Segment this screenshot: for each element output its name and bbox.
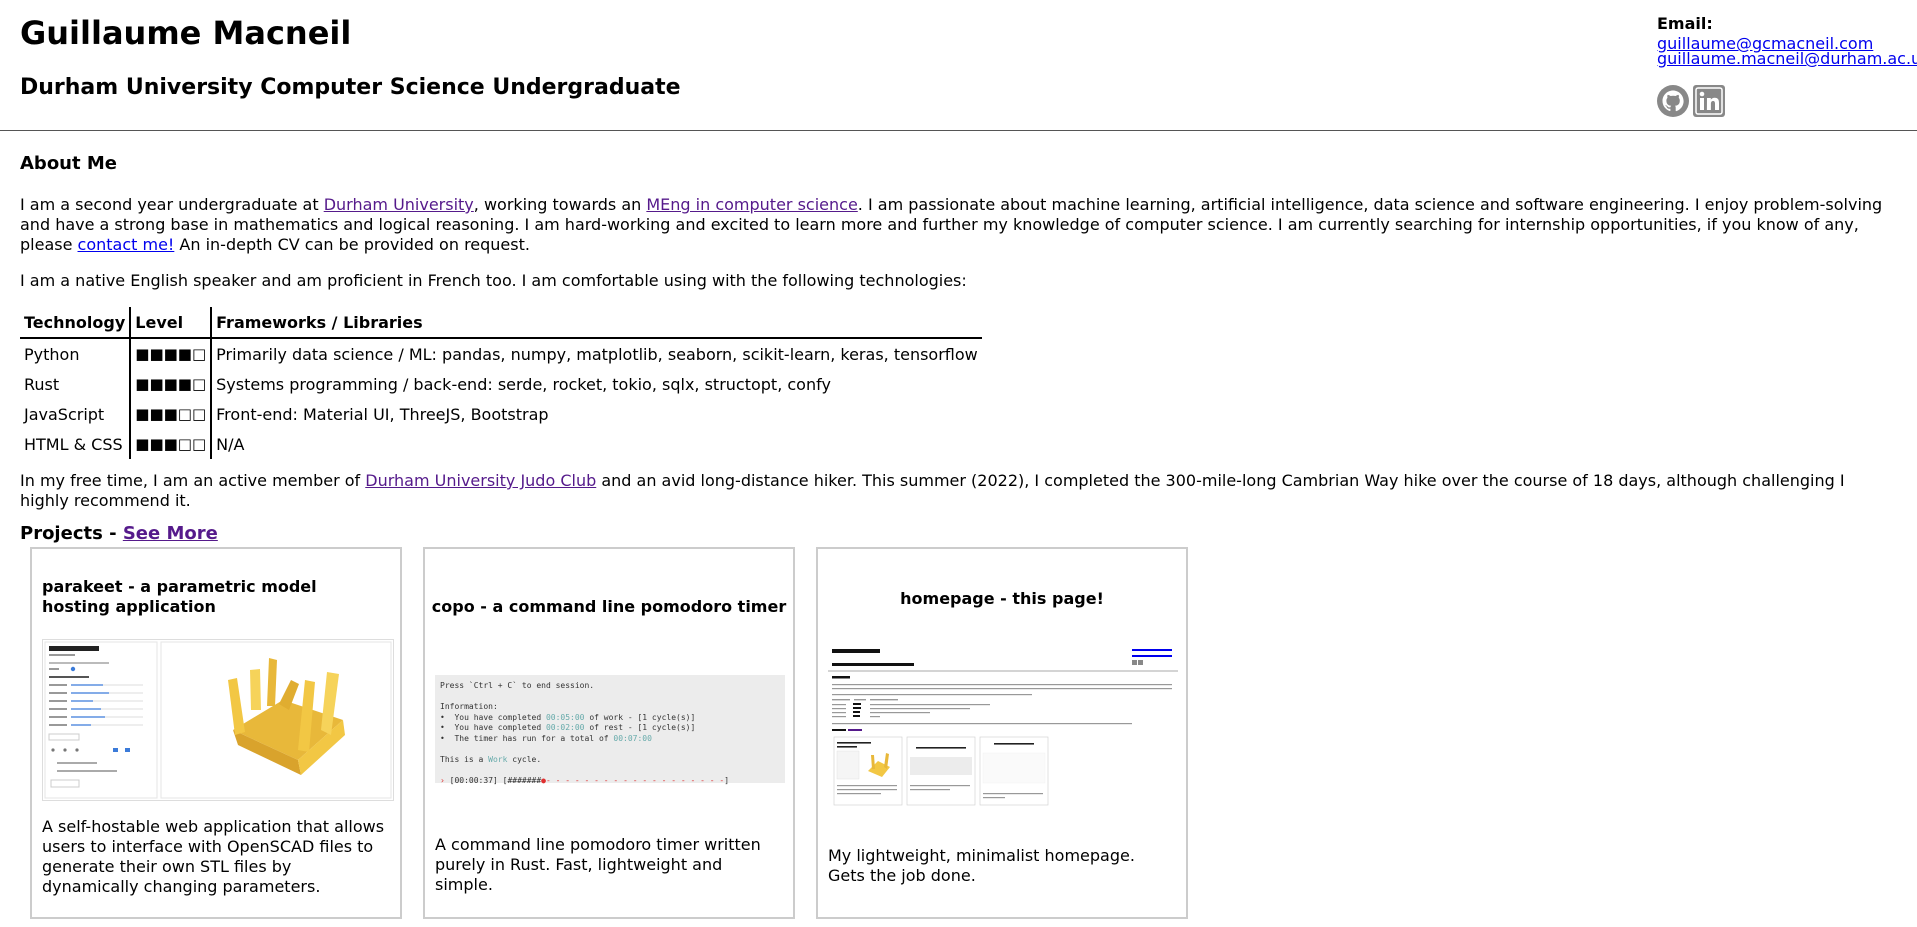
see-more-link[interactable]: See More <box>123 523 218 544</box>
card-title: homepage - this page! <box>818 589 1186 609</box>
terminal-line: • You have completed <box>440 712 546 722</box>
project-card-parakeet[interactable]: parakeet - a parametric model hosting ap… <box>30 547 402 919</box>
project-description: A command line pomodoro timer written pu… <box>435 835 761 894</box>
homepage-screenshot <box>828 643 1178 823</box>
projects-heading: Projects - See More <box>20 523 1897 545</box>
text-segment: , working towards an <box>473 195 647 214</box>
project-tagline: - a command line pomodoro timer <box>474 597 787 616</box>
github-icon <box>1657 85 1689 117</box>
about-paragraph-1: I am a second year undergraduate at Durh… <box>20 195 1897 255</box>
project-tagline: - this page! <box>994 589 1104 608</box>
terminal-time: 00:02:00 <box>545 723 585 732</box>
progress-track: - - - - - - - - - - - - - - - - - - - <box>546 775 725 785</box>
table-row: HTML & CSS ■■■□□ N/A <box>20 429 982 459</box>
project-description: A self-hostable web application that all… <box>42 817 385 896</box>
tech-libs: Front-end: Material UI, ThreeJS, Bootstr… <box>216 404 549 424</box>
terminal-cycle: Work <box>488 754 508 764</box>
email-label: Email: <box>1657 14 1713 33</box>
terminal-arrow-icon: › <box>440 775 445 785</box>
tech-level: ■■■□□ <box>130 399 213 429</box>
table-row: JavaScript ■■■□□ Front-end: Material UI,… <box>20 399 982 429</box>
linkedin-link[interactable] <box>1693 85 1725 117</box>
table-header-row: Technology Level Frameworks / Libraries <box>20 307 982 339</box>
project-card-copo[interactable]: copo - a command line pomodoro timer Pre… <box>423 547 795 919</box>
linkedin-icon <box>1693 85 1725 117</box>
main-content: About Me I am a second year undergraduat… <box>0 153 1917 545</box>
tech-level: ■■■□□ <box>130 429 213 459</box>
meng-link[interactable]: MEng in computer science <box>646 195 857 214</box>
text-segment: An in-depth CV can be provided on reques… <box>174 235 530 254</box>
contact-block: Email: guillaume@gcmacneil.com guillaume… <box>1657 14 1917 117</box>
terminal-line: • The timer has run for a total of <box>440 733 614 743</box>
technology-table: Technology Level Frameworks / Libraries … <box>20 307 982 459</box>
table-header: Level <box>130 307 213 339</box>
about-paragraph-3: In my free time, I am an active member o… <box>20 471 1897 511</box>
table-row: Rust ■■■■□ Systems programming / back-en… <box>20 369 982 399</box>
terminal-line: This is a <box>440 754 489 764</box>
github-link[interactable] <box>1657 85 1689 117</box>
terminal-line: • You have completed <box>440 723 546 732</box>
tech-name: HTML & CSS <box>20 429 132 459</box>
tech-libs: N/A <box>216 434 245 454</box>
card-title: copo - a command line pomodoro timer <box>425 597 793 617</box>
table-header: Frameworks / Libraries <box>211 307 982 339</box>
tech-libs: Systems programming / back-end: serde, r… <box>216 374 831 394</box>
terminal-line: Press `Ctrl + C` to end session. <box>440 681 595 690</box>
page-title: Guillaume Macneil <box>20 14 352 52</box>
parakeet-screenshot <box>42 639 394 801</box>
terminal-line: cycle. <box>507 754 542 764</box>
table-row: Python ■■■■□ Primarily data science / ML… <box>20 338 982 369</box>
terminal-line: of work - [1 cycle(s)] <box>584 712 696 722</box>
tech-name: JavaScript <box>20 399 132 429</box>
page-header: Guillaume Macneil Durham University Comp… <box>0 0 1917 131</box>
project-description: My lightweight, minimalist homepage. Get… <box>828 846 1135 885</box>
project-name: homepage <box>900 589 995 608</box>
tech-name: Rust <box>20 369 132 399</box>
contact-me-link[interactable]: contact me! <box>78 235 175 254</box>
about-heading: About Me <box>20 153 117 174</box>
tech-name: Python <box>20 338 132 369</box>
tech-level: ■■■■□ <box>130 338 213 369</box>
text-segment: In my free time, I am an active member o… <box>20 471 366 490</box>
judo-club-link[interactable]: Durham University Judo Club <box>365 471 596 490</box>
tech-level: ■■■■□ <box>130 369 213 399</box>
text-segment: I am a second year undergraduate at <box>20 195 324 214</box>
terminal-line: of rest - [1 cycle(s)] <box>584 723 696 732</box>
project-name: copo <box>431 597 475 616</box>
email-secondary-link[interactable]: guillaume.macneil@durham.ac.uk <box>1657 49 1917 68</box>
social-links <box>1657 85 1917 117</box>
terminal-time: 00:05:00 <box>545 712 585 722</box>
project-name: parakeet <box>42 577 123 596</box>
project-card-homepage[interactable]: homepage - this page! My lightweight, mi… <box>816 547 1188 919</box>
terminal-line: Information: <box>440 702 498 711</box>
terminal-progress: [00:00:37] [####### <box>449 775 542 785</box>
terminal-time: 00:07:00 <box>613 733 652 743</box>
about-paragraph-2: I am a native English speaker and am pro… <box>20 271 967 290</box>
durham-university-link[interactable]: Durham University <box>324 195 474 214</box>
card-title: parakeet - a parametric model hosting ap… <box>42 577 342 617</box>
project-cards: parakeet - a parametric model hosting ap… <box>30 547 1188 919</box>
projects-heading-text: Projects - <box>20 523 123 544</box>
copo-terminal-screenshot: Press `Ctrl + C` to end session. Informa… <box>435 675 785 785</box>
tech-libs: Primarily data science / ML: pandas, num… <box>216 344 978 364</box>
table-header: Technology <box>20 307 132 339</box>
page-subtitle: Durham University Computer Science Under… <box>20 75 681 100</box>
